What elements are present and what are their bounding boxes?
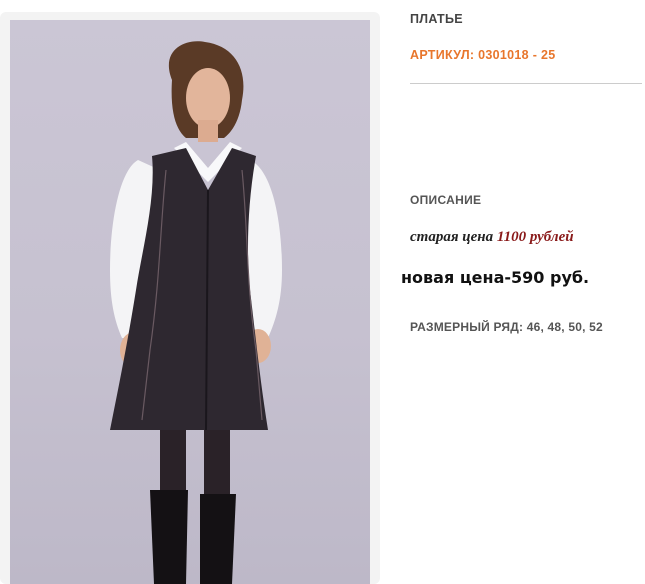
model-illustration xyxy=(110,41,282,584)
old-price-amount: 1100 рублей xyxy=(496,229,574,245)
old-price: старая цена 1100 рублей xyxy=(410,229,574,246)
size-range: РАЗМЕРНЫЙ РЯД: 46, 48, 50, 52 xyxy=(410,320,603,334)
product-photo[interactable] xyxy=(10,20,370,584)
divider xyxy=(410,83,642,84)
old-price-prefix: старая цена xyxy=(410,229,497,245)
product-title: ПЛАТЬЕ xyxy=(410,12,463,26)
product-sku: АРТИКУЛ: 0301018 - 25 xyxy=(410,48,556,62)
description-heading: ОПИСАНИЕ xyxy=(410,193,482,207)
new-price: новая цена-590 руб. xyxy=(401,268,590,287)
